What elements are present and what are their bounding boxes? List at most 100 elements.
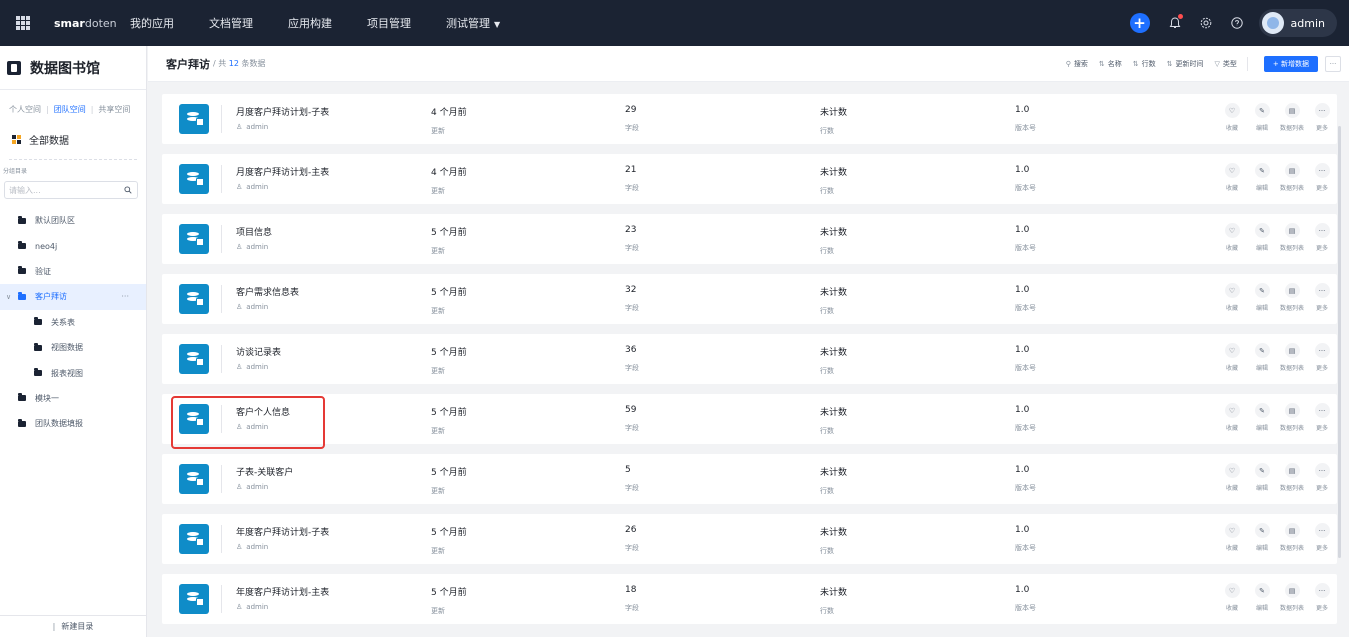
nav-doc-manage[interactable]: 文档管理 [209,15,253,31]
row-owner: ♙ admin [236,363,269,371]
more-button[interactable]: ··· 更多 [1309,163,1335,192]
tree-item-report-view[interactable]: 报表视图 [0,360,146,385]
tree-item-relation-table[interactable]: 关系表 [0,310,146,335]
tab-team-space[interactable]: 团队空间 [54,104,86,115]
nav-test-manage[interactable]: 测试管理 ▼ [446,15,500,31]
tree-item-customer-visit[interactable]: ∨ 客户拜访 ··· [0,284,146,310]
apps-grid-icon[interactable] [0,0,46,46]
user-menu[interactable]: admin [1258,9,1337,37]
list-item[interactable]: 客户需求信息表 ♙ admin 5 个月前 更新 32 字段 未计数 行数 1.0 版本号… [162,274,1337,324]
bell-icon[interactable] [1166,14,1184,32]
row-name[interactable]: 项目信息 [236,225,272,238]
list-item[interactable]: 月度客户拜访计划-子表 ♙ admin 4 个月前 更新 29 字段 未计数 行数 1.… [162,94,1337,144]
favorite-label: 收藏 [1225,425,1238,432]
edit-button[interactable]: ✎ 编辑 [1249,463,1275,492]
search-button[interactable]: ⚲ 搜索 [1066,59,1088,69]
sort-icon: ⇅ [1166,60,1173,68]
more-button[interactable]: ··· 更多 [1309,283,1335,312]
data-list-button[interactable]: ▤ 数据列表 [1279,223,1305,252]
edit-button[interactable]: ✎ 编辑 [1249,403,1275,432]
more-button[interactable]: ··· 更多 [1309,523,1335,552]
divider [221,345,222,373]
data-list-button[interactable]: ▤ 数据列表 [1279,403,1305,432]
tree-item-neo4j[interactable]: neo4j [0,233,146,258]
add-data-button[interactable]: + 新增数据 [1263,56,1318,72]
list-item[interactable]: 子表-关联客户 ♙ admin 5 个月前 更新 5 字段 未计数 行数 1.0 版本号 … [162,454,1337,504]
fields-col: 59 字段 [625,405,639,432]
sort-rows-button[interactable]: ⇅ 行数 [1133,59,1156,69]
edit-label: 编辑 [1255,485,1268,492]
nav-project-manage[interactable]: 项目管理 [367,15,411,31]
more-button[interactable]: ··· 更多 [1309,103,1335,132]
edit-button[interactable]: ✎ 编辑 [1249,163,1275,192]
more-button[interactable]: ··· 更多 [1309,223,1335,252]
tab-divider: | [46,105,49,114]
row-name[interactable]: 年度客户拜访计划-主表 [236,585,329,598]
chevron-down-icon[interactable]: ∨ [6,293,11,301]
sidebar-search-input[interactable]: 请输入... [4,181,138,199]
tree-item-default-team[interactable]: 默认团队区 [0,208,146,233]
row-name[interactable]: 月度客户拜访计划-子表 [236,105,329,118]
list-item[interactable]: 客户个人信息 ♙ admin 5 个月前 更新 59 字段 未计数 行数 1.0 版本号 … [162,394,1337,444]
more-button[interactable]: ··· 更多 [1309,583,1335,612]
favorite-button[interactable]: ♡ 收藏 [1219,103,1245,132]
data-list-button[interactable]: ▤ 数据列表 [1279,583,1305,612]
tree-item-view-data[interactable]: 视图数据 [0,335,146,360]
more-icon[interactable]: ··· [121,292,129,301]
settings-icon[interactable] [1197,14,1215,32]
tab-shared-space[interactable]: 共享空间 [98,104,130,115]
scrollbar[interactable] [1338,126,1341,558]
brand-logo[interactable]: smardoten [54,17,130,30]
more-button[interactable]: ··· 更多 [1309,343,1335,372]
row-name[interactable]: 年度客户拜访计划-子表 [236,525,329,538]
more-options-button[interactable]: ··· [1325,56,1341,72]
list-item[interactable]: 访谈记录表 ♙ admin 5 个月前 更新 36 字段 未计数 行数 1.0 版本号 ♡… [162,334,1337,384]
plus-icon[interactable]: + [1129,13,1150,33]
more-button[interactable]: ··· 更多 [1309,403,1335,432]
tree-item-team-data-fill[interactable]: 团队数据填报 [0,411,146,436]
nav-app-build[interactable]: 应用构建 [288,15,332,31]
list-item[interactable]: 年度客户拜访计划-子表 ♙ admin 5 个月前 更新 26 字段 未计数 行数 1.… [162,514,1337,564]
tab-personal-space[interactable]: 个人空间 [9,104,41,115]
edit-button[interactable]: ✎ 编辑 [1249,223,1275,252]
data-list-button[interactable]: ▤ 数据列表 [1279,463,1305,492]
favorite-button[interactable]: ♡ 收藏 [1219,283,1245,312]
new-directory-button[interactable]: | 新建目录 [0,615,146,637]
row-name[interactable]: 客户需求信息表 [236,285,299,298]
edit-button[interactable]: ✎ 编辑 [1249,103,1275,132]
edit-button[interactable]: ✎ 编辑 [1249,523,1275,552]
data-list-button[interactable]: ▤ 数据列表 [1279,343,1305,372]
list-item[interactable]: 项目信息 ♙ admin 5 个月前 更新 23 字段 未计数 行数 1.0 版本号 ♡ … [162,214,1337,264]
list-item[interactable]: 月度客户拜访计划-主表 ♙ admin 4 个月前 更新 21 字段 未计数 行数 1.… [162,154,1337,204]
edit-button[interactable]: ✎ 编辑 [1249,343,1275,372]
tree-item-verify[interactable]: 验证 [0,259,146,284]
favorite-button[interactable]: ♡ 收藏 [1219,463,1245,492]
edit-button[interactable]: ✎ 编辑 [1249,583,1275,612]
favorite-label: 收藏 [1225,305,1238,312]
sort-name-button[interactable]: ⇅ 名称 [1099,59,1122,69]
edit-button[interactable]: ✎ 编辑 [1249,283,1275,312]
row-name[interactable]: 月度客户拜访计划-主表 [236,165,329,178]
list-item[interactable]: 年度客户拜访计划-主表 ♙ admin 5 个月前 更新 18 字段 未计数 行数 1.… [162,574,1337,624]
favorite-button[interactable]: ♡ 收藏 [1219,343,1245,372]
nav-my-apps[interactable]: 我的应用 [130,15,174,31]
more-button[interactable]: ··· 更多 [1309,463,1335,492]
favorite-button[interactable]: ♡ 收藏 [1219,223,1245,252]
user-icon: ♙ [236,543,243,551]
favorite-button[interactable]: ♡ 收藏 [1219,583,1245,612]
row-owner: ♙ admin [236,303,269,311]
tree-item-module-one[interactable]: 模块一 [0,386,146,411]
favorite-button[interactable]: ♡ 收藏 [1219,403,1245,432]
favorite-button[interactable]: ♡ 收藏 [1219,523,1245,552]
data-list-button[interactable]: ▤ 数据列表 [1279,103,1305,132]
filter-type-button[interactable]: ▽ 类型 [1215,59,1237,69]
data-list-button[interactable]: ▤ 数据列表 [1279,523,1305,552]
row-name[interactable]: 子表-关联客户 [236,465,293,478]
sort-updated-button[interactable]: ⇅ 更新时间 [1167,59,1204,69]
favorite-button[interactable]: ♡ 收藏 [1219,163,1245,192]
help-icon[interactable] [1228,14,1246,32]
row-name[interactable]: 访谈记录表 [236,345,281,358]
all-data-item[interactable]: 全部数据 [0,115,146,149]
data-list-button[interactable]: ▤ 数据列表 [1279,283,1305,312]
data-list-button[interactable]: ▤ 数据列表 [1279,163,1305,192]
